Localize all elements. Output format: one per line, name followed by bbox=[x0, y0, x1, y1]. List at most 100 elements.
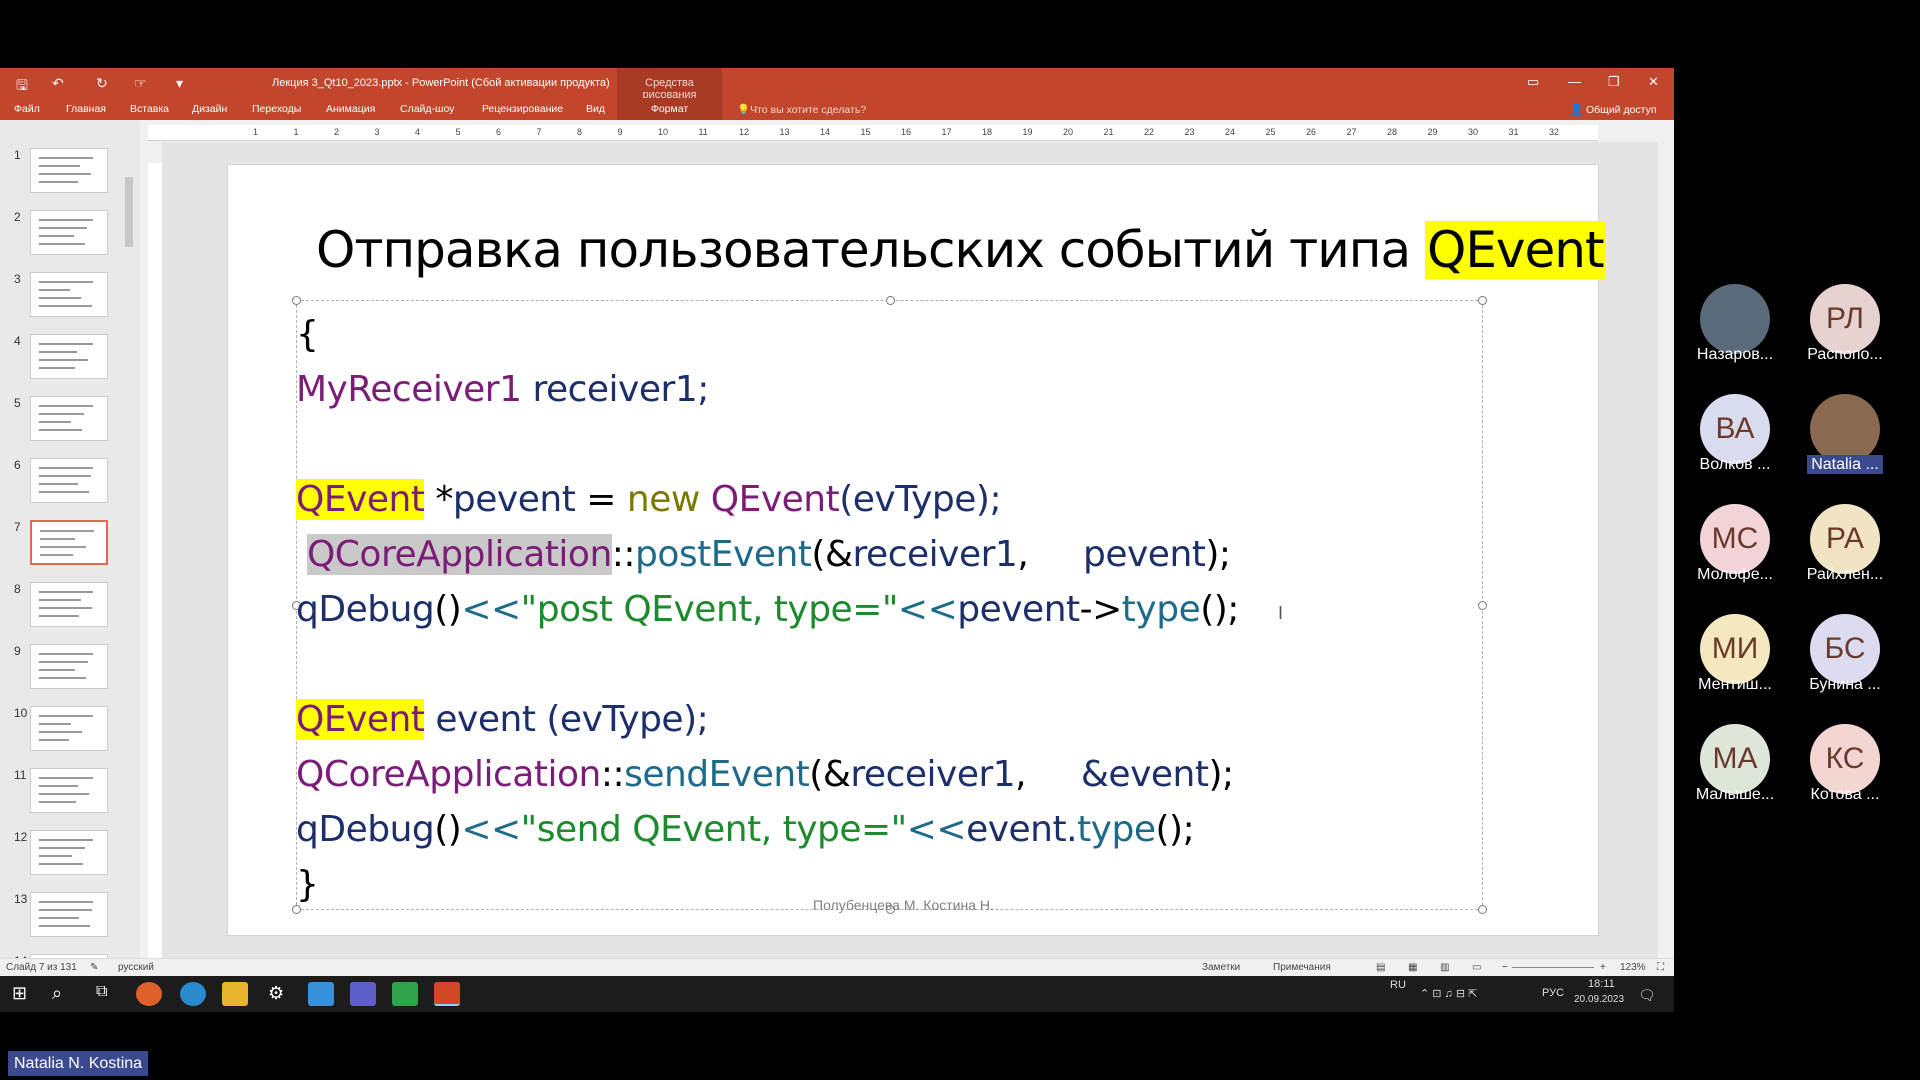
powerpoint-icon[interactable] bbox=[434, 982, 460, 1006]
tab-format[interactable]: Формат bbox=[617, 98, 722, 120]
participant-tile[interactable]: РЛ Распопо... bbox=[1783, 284, 1893, 374]
thumbnail-line bbox=[39, 723, 71, 725]
slide-thumbnail[interactable] bbox=[30, 830, 108, 875]
media-icon[interactable] bbox=[392, 982, 418, 1006]
thumbnails-scrollbar[interactable] bbox=[125, 177, 133, 247]
participant-tile[interactable]: МС Молофе... bbox=[1673, 504, 1783, 594]
maximize-button[interactable]: ❐ bbox=[1608, 74, 1620, 90]
slide-thumbnail[interactable] bbox=[30, 520, 108, 565]
participant-tile[interactable]: РА Райхлен... bbox=[1783, 504, 1893, 594]
participant-tile[interactable]: Natalia ... bbox=[1783, 394, 1893, 484]
participant-tile[interactable]: МА Малыше... bbox=[1673, 724, 1783, 814]
undo-icon[interactable]: ↶ bbox=[52, 75, 64, 92]
redo-icon[interactable]: ↻ bbox=[96, 75, 108, 92]
settings-gear-icon[interactable]: ⚙ bbox=[268, 983, 284, 1004]
save-icon[interactable]: 🖫 bbox=[16, 75, 28, 99]
slide-thumbnail[interactable] bbox=[30, 334, 108, 379]
comments-button[interactable]: Примечания bbox=[1273, 962, 1331, 973]
code-token: postEvent bbox=[635, 534, 812, 575]
avatar-photo bbox=[1810, 394, 1880, 464]
participant-tile[interactable]: Назаров... bbox=[1673, 284, 1783, 374]
tray-icons[interactable]: ⌃ ⊡ ♫ ⊟ ⇱ bbox=[1420, 987, 1477, 1000]
participant-tile[interactable]: ВА Волков ... bbox=[1673, 394, 1783, 484]
slide-thumbnail[interactable] bbox=[30, 396, 108, 441]
resize-handle-tr[interactable] bbox=[1478, 296, 1487, 305]
slide-thumbnail[interactable] bbox=[30, 582, 108, 627]
zoom-out-icon[interactable]: − bbox=[1502, 962, 1508, 973]
share-button[interactable]: 👤 Общий доступ bbox=[1570, 103, 1657, 116]
task-view-icon[interactable]: ⧉ bbox=[96, 983, 107, 1001]
tell-me-label: Что вы хотите сделать? bbox=[750, 104, 867, 116]
slide-thumbnail[interactable] bbox=[30, 148, 108, 193]
keyboard-layout[interactable]: РУС bbox=[1542, 987, 1564, 999]
tell-me-search[interactable]: 💡Что вы хотите сделать? bbox=[737, 103, 866, 116]
spellcheck-icon[interactable]: ✎ bbox=[90, 962, 98, 973]
minimize-button[interactable]: — bbox=[1568, 74, 1581, 89]
search-icon[interactable]: ⌕ bbox=[52, 983, 62, 1004]
zoom-level[interactable]: 123% bbox=[1620, 962, 1646, 973]
resize-handle-tl[interactable] bbox=[292, 296, 301, 305]
participant-name-row: Ментиш... bbox=[1673, 676, 1797, 694]
participant-tile[interactable]: КС Котова ... bbox=[1783, 724, 1893, 814]
slide-thumbnail[interactable] bbox=[30, 768, 108, 813]
clock-time[interactable]: 18:11 bbox=[1588, 978, 1615, 990]
zoom-in-icon[interactable]: + bbox=[1600, 962, 1606, 973]
participant-tile[interactable]: МИ Ментиш... bbox=[1673, 614, 1783, 704]
code-token: receiver1; bbox=[521, 369, 709, 410]
meeting-window: 🖫 ↶ ↻ ☞ ▾ Лекция 3_Qt10_2023.pptx - Powe… bbox=[0, 0, 1920, 1080]
normal-view-icon[interactable]: ▤ bbox=[1376, 962, 1385, 973]
slide-thumbnail[interactable] bbox=[30, 892, 108, 937]
touch-mode-icon[interactable]: ☞ bbox=[134, 75, 147, 92]
notes-button[interactable]: Заметки bbox=[1202, 962, 1240, 973]
teams-icon[interactable] bbox=[350, 982, 376, 1006]
participant-name-row: Молофе... bbox=[1673, 566, 1797, 584]
ruler-tick-label: 26 bbox=[1306, 127, 1317, 137]
slideshow-icon[interactable]: ▭ bbox=[1472, 962, 1481, 973]
tab-home[interactable]: Главная bbox=[66, 103, 106, 115]
input-lang[interactable]: RU bbox=[1390, 979, 1406, 991]
tab-design[interactable]: Дизайн bbox=[192, 103, 227, 115]
resize-handle-t[interactable] bbox=[886, 296, 895, 305]
slide-thumbnail[interactable] bbox=[30, 644, 108, 689]
slide-title[interactable]: Отправка пользовательских событий типа Q… bbox=[316, 221, 1606, 279]
slide-counter: Слайд 7 из 131 bbox=[6, 962, 77, 973]
thumbnail-line bbox=[39, 715, 93, 717]
tab-view[interactable]: Вид bbox=[586, 103, 605, 115]
notifications-icon[interactable]: 🗨 bbox=[1638, 987, 1656, 1004]
ruler-tick-label: 1 bbox=[253, 127, 259, 137]
resize-handle-br[interactable] bbox=[1478, 905, 1487, 914]
edge-icon[interactable] bbox=[180, 982, 206, 1006]
thumbnail-line bbox=[39, 343, 93, 345]
close-button[interactable]: ✕ bbox=[1648, 74, 1659, 90]
thumbnail-line bbox=[39, 173, 91, 175]
zoom-slider[interactable] bbox=[1512, 967, 1594, 968]
slide-sorter-icon[interactable]: ▦ bbox=[1408, 962, 1417, 973]
resize-handle-r[interactable] bbox=[1478, 601, 1487, 610]
tab-review[interactable]: Рецензирование bbox=[482, 103, 563, 115]
slide-thumbnail[interactable] bbox=[30, 210, 108, 255]
tab-file[interactable]: Файл bbox=[14, 103, 40, 115]
language-indicator[interactable]: русский bbox=[118, 962, 154, 973]
tab-transitions[interactable]: Переходы bbox=[252, 103, 301, 115]
slide-thumbnail[interactable] bbox=[30, 272, 108, 317]
tab-insert[interactable]: Вставка bbox=[130, 103, 169, 115]
participant-name: Котова ... bbox=[1810, 786, 1880, 803]
fit-slide-icon[interactable]: ⛶ bbox=[1657, 962, 1664, 973]
participant-tile[interactable]: БС Бунина ... bbox=[1783, 614, 1893, 704]
code-token: qDebug bbox=[296, 809, 435, 850]
slide-thumbnail[interactable] bbox=[30, 458, 108, 503]
tab-animation[interactable]: Анимация bbox=[326, 103, 375, 115]
reading-view-icon[interactable]: ▥ bbox=[1440, 962, 1449, 973]
windows-start-icon[interactable]: ⊞ bbox=[12, 983, 27, 1004]
slide-thumbnail[interactable] bbox=[30, 706, 108, 751]
clock-date[interactable]: 20.09.2023 bbox=[1574, 994, 1624, 1005]
firefox-icon[interactable] bbox=[136, 982, 162, 1006]
ruler-tick-label: 3 bbox=[374, 127, 380, 137]
thumbnail-line bbox=[39, 491, 89, 493]
tab-slideshow[interactable]: Слайд-шоу bbox=[400, 103, 454, 115]
file-explorer-icon[interactable] bbox=[222, 982, 248, 1006]
app-icon[interactable] bbox=[308, 982, 334, 1006]
customize-qa-icon[interactable]: ▾ bbox=[176, 75, 183, 92]
ribbon-display-icon[interactable]: ▭ bbox=[1527, 74, 1539, 90]
